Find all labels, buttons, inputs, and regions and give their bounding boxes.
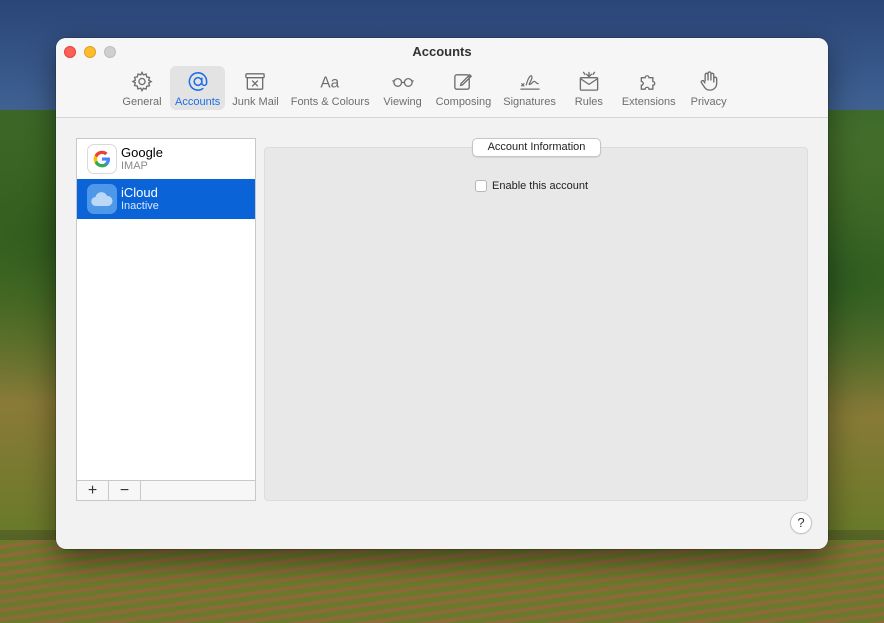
account-list: Google IMAP iCloud Inactive + − xyxy=(76,138,256,501)
help-button[interactable]: ? xyxy=(790,512,812,534)
remove-account-button[interactable]: − xyxy=(109,481,141,500)
account-name: iCloud xyxy=(121,185,158,200)
enable-account-row[interactable]: Enable this account xyxy=(475,180,588,192)
tab-label: Accounts xyxy=(175,96,221,108)
compose-icon xyxy=(454,73,473,90)
gear-icon xyxy=(131,70,153,92)
account-text: Google IMAP xyxy=(121,145,163,173)
account-type: IMAP xyxy=(121,160,148,172)
tab-fonts-colours[interactable]: Aa Fonts & Colours xyxy=(286,66,375,110)
google-logo-icon xyxy=(87,144,117,174)
tab-label: Extensions xyxy=(621,96,676,108)
account-row-google[interactable]: Google IMAP xyxy=(77,139,255,179)
tab-accounts[interactable]: Accounts xyxy=(170,66,226,110)
svg-text:Aa: Aa xyxy=(321,74,340,91)
tab-signatures[interactable]: Signatures xyxy=(498,66,561,110)
tab-junk-mail[interactable]: Junk Mail xyxy=(227,66,283,110)
tab-extensions[interactable]: Extensions xyxy=(617,66,681,110)
tab-label: Junk Mail xyxy=(232,96,279,108)
tab-composing[interactable]: Composing xyxy=(431,66,497,110)
tab-general[interactable]: General xyxy=(116,66,168,110)
hand-icon xyxy=(700,71,717,91)
font-aa-icon: Aa xyxy=(321,74,340,91)
tab-account-information[interactable]: Account Information xyxy=(472,138,601,157)
account-text: iCloud Inactive xyxy=(121,185,159,213)
window-title: Accounts xyxy=(412,44,472,59)
junk-tray-icon xyxy=(245,73,266,90)
enable-account-label: Enable this account xyxy=(492,180,589,192)
tab-label: General xyxy=(122,96,162,108)
preferences-toolbar: General Accounts Junk Mail Aa Fonts & Co… xyxy=(116,66,735,110)
at-sign-icon xyxy=(188,72,208,91)
tab-viewing[interactable]: Viewing xyxy=(377,66,429,110)
tab-label: Composing xyxy=(435,96,492,108)
tab-label: Fonts & Colours xyxy=(290,96,370,108)
account-name: Google xyxy=(121,145,163,160)
wallpaper-vineyard xyxy=(0,540,884,623)
tab-label: Privacy xyxy=(690,96,727,108)
signature-icon xyxy=(519,75,540,90)
glasses-icon xyxy=(391,77,414,87)
titlebar: Accounts General Accounts Junk Mail Aa F… xyxy=(56,38,828,118)
account-row-icloud[interactable]: iCloud Inactive xyxy=(77,179,255,219)
accounts-pane: Google IMAP iCloud Inactive + − Account … xyxy=(56,118,828,549)
enable-account-checkbox[interactable] xyxy=(475,180,487,192)
tab-privacy[interactable]: Privacy xyxy=(683,66,735,110)
tab-label: Signatures xyxy=(503,96,556,108)
tab-rules[interactable]: Rules xyxy=(563,66,615,110)
tab-label: Viewing xyxy=(383,96,422,108)
rules-envelope-icon xyxy=(579,71,599,91)
account-status: Inactive xyxy=(121,200,159,212)
tab-label: Rules xyxy=(574,96,603,108)
add-account-button[interactable]: + xyxy=(77,481,109,500)
puzzle-icon xyxy=(640,75,656,90)
preferences-window: Accounts General Accounts Junk Mail Aa F… xyxy=(56,38,828,549)
icloud-cloud-icon xyxy=(87,184,117,214)
account-list-toolbar: + − xyxy=(77,480,255,500)
account-information-box xyxy=(264,147,808,501)
